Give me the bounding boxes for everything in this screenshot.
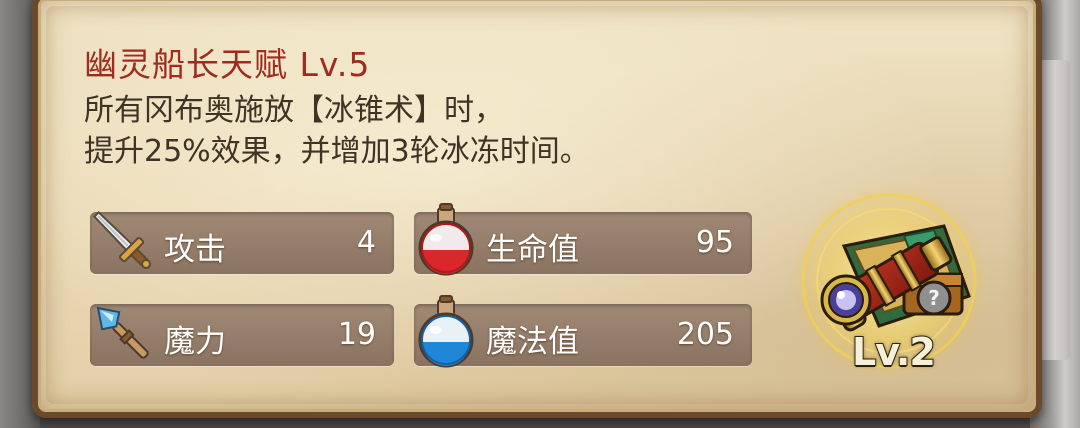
blue-potion-icon xyxy=(418,295,474,368)
description-line: 提升25%效果，并增加3轮冰冻时间。 xyxy=(84,134,590,169)
background-pillar xyxy=(1040,60,1070,360)
description-line: 所有冈布奥施放【冰锥术】时， xyxy=(84,93,504,128)
stat-mp: 魔法值 205 xyxy=(414,295,752,368)
stat-label: 魔法值 xyxy=(486,324,579,360)
stat-label: 魔力 xyxy=(164,324,226,360)
talent-description: 所有冈布奥施放【冰锥术】时， 提升25%效果，并增加3轮冰冻时间。 xyxy=(84,90,590,172)
stat-value: 19 xyxy=(337,317,376,352)
sword-icon xyxy=(93,211,152,270)
stat-hp: 生命值 95 xyxy=(414,203,752,276)
magic-wand-icon xyxy=(96,306,149,359)
stat-label: 攻击 xyxy=(164,232,226,268)
stat-value: 4 xyxy=(356,225,376,260)
red-potion-icon xyxy=(418,203,474,276)
talent-title: 幽灵船长天赋 Lv.5 xyxy=(84,45,371,84)
stat-attack: 攻击 4 xyxy=(90,211,394,274)
item-level-badge: Lv.2 xyxy=(851,329,937,375)
stat-value: 205 xyxy=(676,317,734,352)
svg-text:?: ? xyxy=(928,286,940,310)
stat-magic-power: 魔力 19 xyxy=(90,304,394,366)
stat-label: 生命值 xyxy=(486,232,579,268)
stat-value: 95 xyxy=(695,225,734,260)
